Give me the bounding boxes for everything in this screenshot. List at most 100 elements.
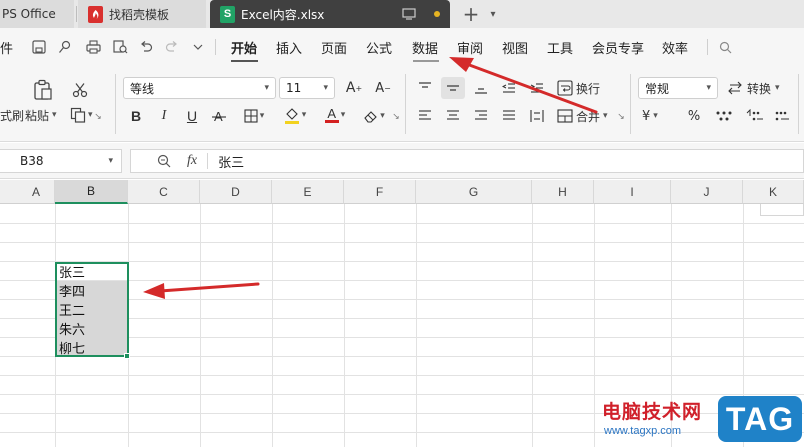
column-header-j[interactable]: J <box>671 180 743 204</box>
ribbon-divider <box>798 74 799 134</box>
decrease-font-size-icon[interactable]: A − <box>372 78 394 98</box>
align-middle-icon[interactable] <box>443 78 463 98</box>
chevron-down-icon: ▾ <box>653 111 658 121</box>
floating-box <box>760 204 804 216</box>
menu-file[interactable]: 件 <box>0 28 13 66</box>
justify-icon[interactable] <box>499 106 519 126</box>
increase-indent-icon[interactable] <box>527 78 547 98</box>
italic-button[interactable]: I <box>154 106 174 126</box>
paste-icon <box>32 78 54 102</box>
clear-format-button[interactable]: ▾ <box>360 106 388 126</box>
menu-formula[interactable]: 公式 <box>366 28 392 66</box>
bold-button[interactable]: B <box>126 106 146 126</box>
chevron-down-icon: ▾ <box>52 110 57 120</box>
tab-wps-office[interactable]: PS Office <box>0 0 74 28</box>
font-dialog-launcher[interactable]: ↘ <box>391 112 401 122</box>
menu-tools[interactable]: 工具 <box>547 28 573 66</box>
clipboard-dialog-launcher[interactable]: ↘ <box>93 112 103 122</box>
column-header-i[interactable]: I <box>594 180 671 204</box>
format-painter-button[interactable]: 式刷 <box>0 106 24 124</box>
menu-review[interactable]: 审阅 <box>457 28 483 66</box>
font-name-select[interactable]: 等线 ▾ <box>123 77 276 99</box>
decrease-decimal-icon[interactable] <box>772 106 794 126</box>
convert-icon <box>728 81 742 95</box>
tab-excel-file[interactable]: S Excel内容.xlsx <box>210 0 450 28</box>
paste-button[interactable]: 粘贴 ▾ <box>25 106 57 124</box>
number-format-select[interactable]: 常规 ▾ <box>638 77 718 99</box>
gridline <box>0 242 804 243</box>
decrease-indent-icon[interactable] <box>499 78 519 98</box>
fill-handle[interactable] <box>124 353 130 359</box>
font-color-swatch <box>324 120 339 123</box>
ribbon-toolbar: 式刷 粘贴 ▾ ▾ ↘ 等线 ▾ 11 ▾ A + A − B I U A ▾ ▾ A ▾ <box>0 66 804 142</box>
font-color-button[interactable]: A ▾ <box>320 104 350 126</box>
formula-content[interactable]: 张三 <box>218 152 244 171</box>
chevron-down-icon: ▾ <box>301 110 307 120</box>
chevron-down-icon: ▾ <box>88 110 93 120</box>
column-header-d[interactable]: D <box>200 180 272 204</box>
gridline <box>0 223 804 224</box>
align-left-icon[interactable] <box>415 106 435 126</box>
fill-color-button[interactable]: ▾ <box>280 104 310 126</box>
wrap-text-button[interactable]: 换行 <box>557 78 600 98</box>
chevron-down-icon: ▾ <box>775 83 780 93</box>
alignment-dialog-launcher[interactable]: ↘ <box>616 112 626 122</box>
chevron-down-icon: ▾ <box>323 83 328 93</box>
column-header-k[interactable]: K <box>743 180 804 204</box>
print-preview-icon[interactable] <box>111 38 129 56</box>
menu-insert[interactable]: 插入 <box>276 28 302 66</box>
quick-access-more-icon[interactable] <box>189 38 207 56</box>
align-right-icon[interactable] <box>471 106 491 126</box>
convert-button[interactable]: 转换 ▾ <box>727 78 780 98</box>
thousands-separator-icon[interactable] <box>712 106 738 126</box>
save-icon[interactable] <box>30 38 48 56</box>
column-header-h[interactable]: H <box>532 180 594 204</box>
search-icon[interactable] <box>716 38 734 56</box>
menu-view[interactable]: 视图 <box>502 28 528 66</box>
strikethrough-icon[interactable]: A <box>209 106 229 126</box>
formula-input-area[interactable]: fx 张三 <box>130 149 804 173</box>
align-top-icon[interactable] <box>415 78 435 98</box>
zoom-search-icon[interactable] <box>157 154 171 168</box>
column-header-g[interactable]: G <box>416 180 532 204</box>
name-box[interactable]: B38 ▾ <box>0 149 122 173</box>
ribbon-divider <box>630 74 631 134</box>
print-icon[interactable] <box>84 38 102 56</box>
align-center-icon[interactable] <box>443 106 463 126</box>
share-icon[interactable] <box>56 38 74 56</box>
column-header-f[interactable]: F <box>344 180 416 204</box>
distributed-align-icon[interactable] <box>527 106 547 126</box>
merge-cells-button[interactable]: 合并 ▾ <box>557 106 608 126</box>
menu-page[interactable]: 页面 <box>321 28 347 66</box>
menu-member[interactable]: 会员专享 <box>592 28 644 66</box>
chevron-down-icon[interactable]: ▾ <box>485 2 501 26</box>
new-tab-button[interactable]: + <box>460 2 482 26</box>
menu-data-indicator <box>413 60 439 62</box>
column-header-e[interactable]: E <box>272 180 344 204</box>
redo-icon[interactable] <box>163 38 181 56</box>
column-header-c[interactable]: C <box>128 180 200 204</box>
undo-icon[interactable] <box>137 38 155 56</box>
insert-function-button[interactable]: fx <box>187 153 197 169</box>
gridline <box>272 204 273 447</box>
copy-button[interactable]: ▾ <box>70 106 93 124</box>
align-bottom-icon[interactable] <box>471 78 491 98</box>
tab-find-template[interactable]: 找稻壳模板 <box>78 0 206 28</box>
chevron-down-icon: ▾ <box>108 156 113 166</box>
menu-efficiency[interactable]: 效率 <box>662 28 688 66</box>
currency-button[interactable]: ¥ ▾ <box>642 106 658 126</box>
borders-button[interactable]: ▾ <box>240 106 268 126</box>
fill-bucket-icon <box>284 108 299 124</box>
column-header-a[interactable]: A <box>0 180 55 204</box>
cut-icon[interactable] <box>70 80 90 100</box>
font-size-select[interactable]: 11 ▾ <box>279 77 335 99</box>
font-name-value: 等线 <box>130 81 155 96</box>
column-header-b[interactable]: B <box>55 180 128 204</box>
underline-button[interactable]: U <box>182 106 202 126</box>
increase-font-size-icon[interactable]: A + <box>343 78 365 98</box>
borders-icon <box>244 109 258 123</box>
percent-button[interactable]: % <box>684 106 704 126</box>
monitor-icon[interactable] <box>402 8 416 20</box>
increase-decimal-icon[interactable] <box>744 106 766 126</box>
menu-bar: 件 开始 插入 页面 公式 数据 审阅 视图 工具 会员专享 效率 <box>0 28 804 66</box>
